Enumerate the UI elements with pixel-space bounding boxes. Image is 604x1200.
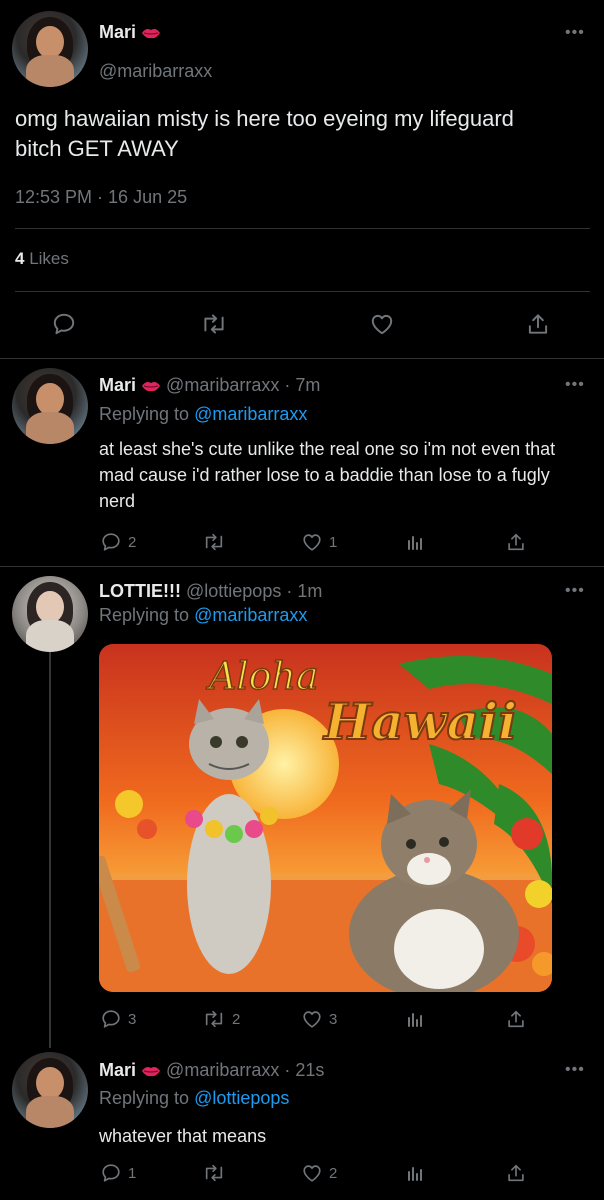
reply-header: Mari @maribarraxx · 21s [99, 1060, 324, 1081]
reply-icon[interactable]: 1 [100, 1162, 136, 1184]
retweet-icon[interactable]: 2 [202, 1008, 240, 1030]
reply-text: whatever that means [99, 1126, 267, 1146]
like-icon[interactable]: 3 [301, 1008, 337, 1030]
reply-count: 3 [128, 1010, 137, 1028]
divider [15, 291, 590, 292]
reply-count: 2 [128, 533, 137, 551]
lips-emoji-icon [142, 29, 161, 39]
analytics-icon[interactable] [405, 1009, 425, 1029]
image-title-hawaii: Hawaii [322, 692, 517, 751]
handle[interactable]: @maribarraxx [99, 61, 212, 82]
reply-count: 1 [128, 1164, 137, 1182]
replying-to-link[interactable]: @maribarraxx [194, 605, 307, 625]
handle[interactable]: @maribarraxx [166, 375, 279, 395]
retweet-icon[interactable] [202, 531, 226, 553]
display-name[interactable]: Mari [99, 375, 136, 395]
like-count: 3 [329, 1010, 338, 1028]
reply-icon[interactable]: 3 [100, 1008, 136, 1030]
reply-icon[interactable] [51, 311, 77, 337]
share-icon[interactable] [525, 311, 551, 337]
likes-label: Likes [29, 249, 69, 268]
more-icon[interactable]: ••• [565, 583, 585, 599]
analytics-icon[interactable] [405, 532, 425, 552]
replying-to: Replying to @maribarraxx [99, 404, 307, 425]
display-name[interactable]: LOTTIE!!! [99, 581, 181, 601]
time[interactable]: · 1m [286, 581, 322, 601]
likes-stat[interactable]: 4 Likes [15, 249, 69, 269]
handle[interactable]: @maribarraxx [166, 1060, 279, 1080]
handle[interactable]: @lottiepops [186, 581, 281, 601]
avatar[interactable] [12, 1052, 88, 1128]
replying-label: Replying to [99, 1088, 190, 1108]
more-icon[interactable]: ••• [565, 25, 585, 41]
divider [0, 358, 604, 359]
display-name[interactable]: Mari [99, 22, 136, 42]
replying-to-link[interactable]: @lottiepops [194, 1088, 289, 1108]
more-icon[interactable]: ••• [565, 1062, 585, 1078]
replying-to-link[interactable]: @maribarraxx [194, 404, 307, 424]
like-count: 1 [329, 533, 338, 551]
image-title-aloha: Aloha [206, 654, 319, 698]
avatar[interactable] [12, 11, 88, 87]
analytics-icon[interactable] [405, 1163, 425, 1183]
reply-text: at least she's cute unlike the real one … [99, 439, 556, 511]
share-icon[interactable] [505, 1162, 527, 1184]
lips-emoji-icon [142, 1067, 161, 1077]
replying-label: Replying to [99, 404, 190, 424]
divider [0, 566, 604, 567]
like-icon[interactable] [369, 311, 395, 337]
share-icon[interactable] [505, 1008, 527, 1030]
retweet-icon[interactable] [202, 1162, 226, 1184]
like-count: 2 [329, 1164, 338, 1182]
replying-label: Replying to [99, 605, 190, 625]
time[interactable]: · 21s [284, 1060, 324, 1080]
aloha-hawaii-gif: Aloha Hawaii [99, 644, 552, 992]
tweet-text: omg hawaiian misty is here too eyeing my… [15, 106, 514, 161]
reply-icon[interactable]: 2 [100, 531, 136, 553]
main-tweet-author[interactable]: Mari [99, 22, 161, 43]
display-name[interactable]: Mari [99, 1060, 136, 1080]
likes-count: 4 [15, 249, 25, 268]
timestamp[interactable]: 12:53 PM · 16 Jun 25 [15, 187, 187, 208]
replying-to: Replying to @maribarraxx [99, 605, 307, 626]
retweet-count: 2 [232, 1010, 241, 1028]
share-icon[interactable] [505, 531, 527, 553]
reply-header: LOTTIE!!! @lottiepops · 1m [99, 581, 322, 602]
retweet-icon[interactable] [200, 311, 228, 337]
lips-emoji-icon [142, 382, 161, 392]
like-icon[interactable]: 1 [301, 531, 337, 553]
time[interactable]: · 7m [284, 375, 320, 395]
media-image[interactable]: Aloha Hawaii [99, 644, 552, 992]
avatar[interactable] [12, 576, 88, 652]
thread-line [49, 652, 51, 1048]
avatar[interactable] [12, 368, 88, 444]
like-icon[interactable]: 2 [301, 1162, 337, 1184]
more-icon[interactable]: ••• [565, 377, 585, 393]
divider [15, 228, 590, 229]
reply-header: Mari @maribarraxx · 7m [99, 375, 320, 396]
replying-to: Replying to @lottiepops [99, 1088, 289, 1109]
